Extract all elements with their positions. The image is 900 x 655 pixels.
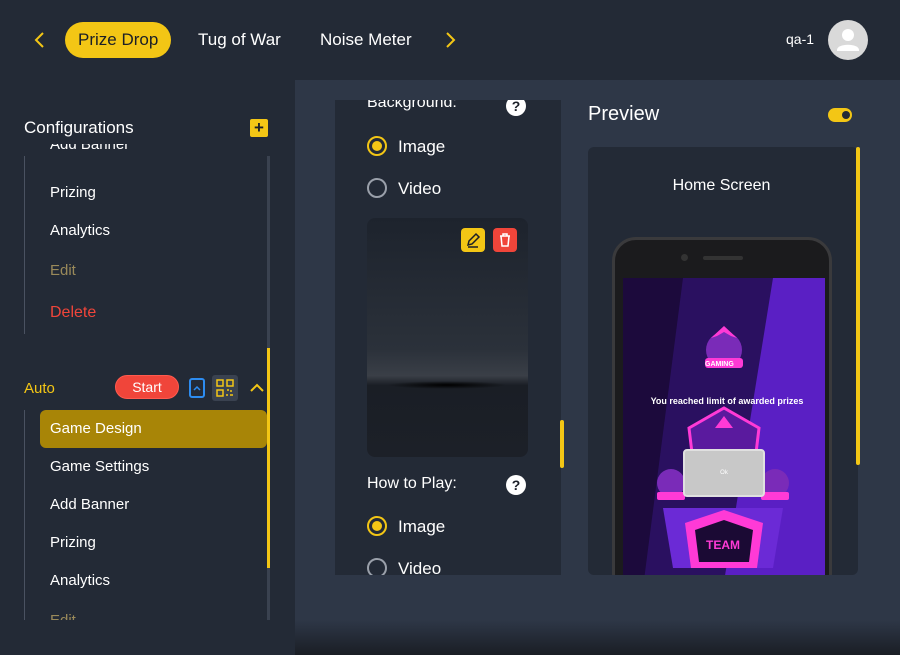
bg-label-clip: Background:	[367, 100, 487, 112]
clipped-row-2: Edit	[50, 612, 250, 620]
sidebar-item-delete[interactable]: Delete	[50, 304, 96, 322]
media-shadow	[387, 381, 507, 389]
user-name: qa-1	[786, 31, 815, 47]
htp-video-radio[interactable]	[367, 558, 387, 575]
delete-button[interactable]	[493, 228, 517, 252]
how-to-play-label: How to Play:	[367, 475, 457, 492]
preview-title: Preview	[588, 103, 660, 125]
user-icon	[837, 29, 859, 51]
edit-button[interactable]	[461, 228, 485, 252]
sidebar-item-analytics[interactable]: Analytics	[50, 222, 110, 239]
sidebar-item-edit[interactable]: Edit	[50, 262, 76, 279]
tab-prize-drop[interactable]: Prize Drop	[65, 22, 172, 58]
sidebar-item-game-design-active[interactable]: Game Design	[40, 410, 267, 448]
group-divider	[24, 156, 25, 334]
sidebar: Configurations + Add Banner Prizing Anal…	[0, 80, 295, 655]
background-media-preview	[367, 218, 528, 457]
bg-video-radio[interactable]	[367, 178, 387, 198]
preview-scrollbar-thumb[interactable]	[856, 147, 860, 465]
sidebar-item-analytics-2[interactable]: Analytics	[50, 572, 110, 589]
preview-panel: Home Screen GAMING TEAM You reached limi…	[588, 147, 858, 575]
chevron-left-icon[interactable]	[28, 28, 52, 52]
trash-icon	[500, 233, 510, 247]
earpiece	[703, 256, 743, 260]
top-bar: Prize Drop Tug of War Noise Meter qa-1	[0, 0, 900, 80]
sidebar-item-add-banner[interactable]: Add Banner	[50, 144, 129, 153]
sidebar-item-add-banner-2[interactable]: Add Banner	[50, 496, 129, 513]
sidebar-item-game-design: Game Design	[50, 420, 142, 437]
clipped-row: Add Banner	[50, 144, 250, 162]
chevron-up-icon[interactable]	[245, 376, 269, 400]
camera-dot	[681, 254, 688, 261]
game-background-image	[623, 278, 825, 575]
chevron-right-icon[interactable]	[438, 28, 462, 52]
sidebar-title: Configurations	[24, 118, 134, 137]
bg-video-label: Video	[398, 179, 442, 198]
preview-screen-label: Home Screen	[672, 177, 771, 194]
start-button[interactable]: Start	[115, 375, 179, 399]
tab-tug-of-war[interactable]: Tug of War	[198, 22, 281, 58]
add-configuration-button[interactable]: +	[250, 119, 268, 137]
tab-noise-meter[interactable]: Noise Meter	[320, 22, 412, 58]
sidebar-item-game-settings[interactable]: Game Settings	[50, 458, 149, 475]
help-icon[interactable]: ?	[506, 100, 526, 116]
background-label: Background:	[367, 100, 457, 111]
config-scrollbar-thumb[interactable]	[560, 420, 564, 468]
auto-group-divider	[24, 410, 25, 620]
config-panel: Background: ? Image Video How to Play: ?…	[335, 100, 561, 575]
pencil-icon	[466, 232, 481, 248]
scrollbar-thumb[interactable]	[267, 348, 270, 568]
sidebar-item-prizing[interactable]: Prizing	[50, 184, 96, 201]
mobile-icon[interactable]	[185, 376, 209, 400]
qr-code-icon[interactable]	[212, 375, 238, 401]
phone-screen: GAMING TEAM You reached limit of awarded…	[623, 278, 825, 575]
sidebar-item-prizing-2[interactable]: Prizing	[50, 534, 96, 551]
help-icon-2[interactable]: ?	[506, 475, 526, 495]
scrollbar-track[interactable]	[267, 156, 270, 348]
auto-label: Auto	[24, 380, 55, 397]
avatar[interactable]	[828, 20, 868, 60]
logo-text-gaming: GAMING	[705, 361, 734, 368]
phone-mockup: GAMING TEAM You reached limit of awarded…	[612, 237, 832, 575]
bg-image-label: Image	[398, 137, 446, 156]
htp-image-radio[interactable]	[367, 516, 387, 536]
htp-image-label: Image	[398, 517, 446, 536]
sidebar-item-edit-2[interactable]: Edit	[50, 612, 76, 620]
preview-toggle[interactable]	[828, 108, 852, 122]
ok-button[interactable]: Ok	[683, 449, 765, 497]
limit-message: You reached limit of awarded prizes	[650, 396, 804, 406]
logo-text-team: TEAM	[706, 538, 740, 552]
bottom-shadow	[295, 620, 900, 655]
htp-video-label: Video	[398, 559, 442, 575]
bg-image-radio[interactable]	[367, 136, 387, 156]
